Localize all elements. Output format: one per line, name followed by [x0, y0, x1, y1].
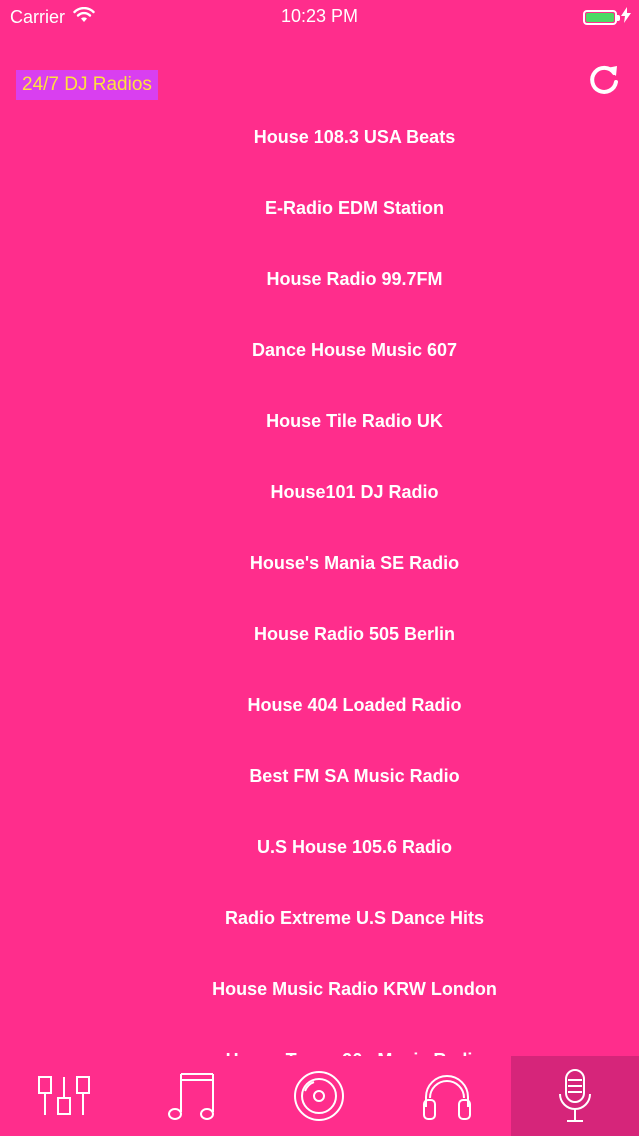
page-title: 24/7 DJ Radios	[16, 70, 158, 100]
station-item[interactable]: Best FM SA Music Radio	[0, 741, 639, 812]
station-item[interactable]: U.S House 105.6 Radio	[0, 812, 639, 883]
tab-disc[interactable]	[256, 1056, 384, 1136]
station-item[interactable]: House101 DJ Radio	[0, 457, 639, 528]
tab-headphones[interactable]	[383, 1056, 511, 1136]
disc-icon	[294, 1071, 345, 1121]
tab-equalizer[interactable]	[0, 1056, 128, 1136]
station-item[interactable]: Dance House Music 607	[0, 315, 639, 386]
station-item[interactable]: House 404 Loaded Radio	[0, 670, 639, 741]
station-item[interactable]: House's Mania SE Radio	[0, 528, 639, 599]
microphone-icon	[559, 1069, 592, 1122]
music-note-icon	[167, 1073, 214, 1120]
tab-music[interactable]	[128, 1056, 256, 1136]
tab-microphone[interactable]	[511, 1056, 639, 1136]
clock: 10:23 PM	[280, 6, 359, 26]
refresh-icon[interactable]	[585, 62, 623, 100]
station-item[interactable]: House Radio 99.7FM	[0, 244, 639, 315]
headphones-icon	[423, 1075, 472, 1120]
battery-icon	[583, 9, 620, 25]
station-item[interactable]: E-Radio EDM Station	[0, 173, 639, 244]
status-bar: Carrier 10:23 PM	[0, 0, 639, 34]
station-item[interactable]: House Tunes 90s Music Radio	[0, 1025, 639, 1056]
station-item[interactable]: House 108.3 USA Beats	[0, 102, 639, 173]
station-item[interactable]: House Radio 505 Berlin	[0, 599, 639, 670]
station-item[interactable]: House Music Radio KRW London	[0, 954, 639, 1025]
tab-bar	[0, 1056, 639, 1136]
station-item[interactable]: House Tile Radio UK	[0, 386, 639, 457]
equalizer-icon	[37, 1076, 90, 1115]
station-item[interactable]: Radio Extreme U.S Dance Hits	[0, 883, 639, 954]
station-list: House 108.3 USA Beats E-Radio EDM Station…	[0, 102, 639, 1056]
